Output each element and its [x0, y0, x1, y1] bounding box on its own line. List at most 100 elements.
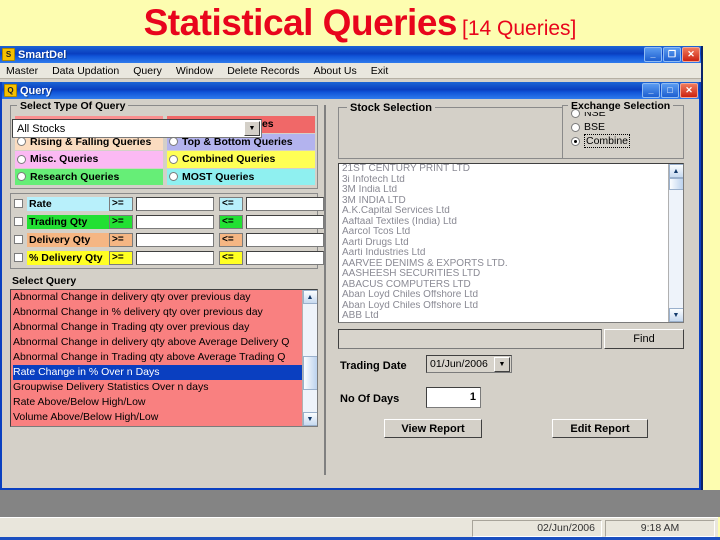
list-item[interactable]: ABACUS COMPUTERS LTD [342, 280, 668, 291]
list-item[interactable]: 3i Infotech Ltd [342, 175, 668, 186]
list-item[interactable]: Rate Above/Below High/Low [13, 395, 302, 410]
radio-icon[interactable] [571, 122, 580, 132]
menu-item-master[interactable]: Master [6, 65, 38, 77]
trading-qty-checkbox[interactable] [14, 217, 23, 226]
list-item[interactable]: 3M INDIA LTD [342, 196, 668, 207]
view-report-button[interactable]: View Report [384, 419, 482, 438]
no-of-days-input[interactable]: 1 [426, 387, 481, 408]
query-type-combined[interactable]: Combined Queries [167, 151, 315, 168]
list-item[interactable]: AARVEE DENIMS & EXPORTS LTD. [342, 259, 668, 270]
exchange-option-bse[interactable]: BSE [571, 120, 683, 134]
scrollbar-thumb[interactable] [668, 178, 683, 190]
exchange-option-label: BSE [584, 121, 606, 133]
query-type-misc[interactable]: Misc. Queries [15, 151, 163, 168]
exchange-option-combine[interactable]: Combine [571, 134, 683, 148]
pct-delivery-qty-max-input[interactable] [246, 250, 324, 265]
radio-icon[interactable] [571, 136, 580, 146]
scroll-up-icon[interactable]: ▲ [668, 164, 683, 178]
query-list-scrollbar[interactable]: ▲ ▼ [302, 290, 317, 426]
list-item[interactable]: Aban Loyd Chiles Offshore Ltd [342, 290, 668, 301]
edit-report-button[interactable]: Edit Report [552, 419, 648, 438]
trading-date-combo[interactable]: 01/Jun/2006 ▼ [426, 355, 512, 373]
list-item[interactable]: Delivery Above/Below High/Low [13, 425, 302, 426]
maximize-icon[interactable]: □ [661, 83, 679, 98]
list-item[interactable]: Aarti Drugs Ltd [342, 238, 668, 249]
scroll-down-icon[interactable]: ▼ [668, 308, 683, 322]
query-window-icon: Q [4, 84, 17, 97]
minimize-icon[interactable]: _ [644, 47, 662, 62]
chevron-down-icon[interactable]: ▼ [244, 121, 260, 136]
menu-item-exit[interactable]: Exit [371, 65, 389, 77]
scroll-down-icon[interactable]: ▼ [302, 412, 317, 426]
rate-min-input[interactable] [136, 196, 214, 211]
radio-icon[interactable] [169, 172, 178, 182]
query-type-research[interactable]: Research Queries [15, 168, 163, 185]
delivery-qty-max-input[interactable] [246, 232, 324, 247]
stock-listbox[interactable]: 21ST CENTURY PRINT LTD 3i Infotech Ltd 3… [338, 163, 684, 323]
list-item[interactable]: Aaftaal Textiles (India) Ltd [342, 217, 668, 228]
scrollbar-thumb[interactable] [302, 356, 317, 390]
query-type-label: Research Queries [30, 170, 120, 183]
radio-icon[interactable] [17, 172, 26, 182]
filter-row-trading-qty: Trading Qty >= <= [14, 213, 324, 230]
list-item[interactable]: Abnormal Change in delivery qty above Av… [13, 335, 302, 350]
list-item[interactable]: 21ST CENTURY PRINT LTD [342, 164, 668, 175]
list-item[interactable]: 3M India Ltd [342, 185, 668, 196]
restore-icon[interactable]: ❐ [663, 47, 681, 62]
stock-list-scrollbar[interactable]: ▲ ▼ [668, 164, 683, 322]
stock-selection-value: All Stocks [17, 122, 66, 135]
radio-icon[interactable] [17, 137, 26, 147]
list-item[interactable]: Volume Above/Below High/Low [13, 410, 302, 425]
menu-item-data-updation[interactable]: Data Updation [52, 65, 119, 77]
filter-criteria-group: Rate >= <= Trading Qty >= <= Delivery Qt… [10, 193, 324, 269]
delivery-qty-checkbox[interactable] [14, 235, 23, 244]
list-item-selected[interactable]: Rate Change in % Over n Days [13, 365, 302, 380]
list-item[interactable]: Abnormal Change in % delivery qty over p… [13, 305, 302, 320]
menu-item-window[interactable]: Window [176, 65, 213, 77]
trading-qty-label: Trading Qty [27, 214, 109, 229]
query-type-group: Select Type Of Query Average Queries Sta… [10, 100, 318, 189]
list-item[interactable]: Aarti Industries Ltd [342, 248, 668, 259]
list-item[interactable]: Abnormal Change in delivery qty over pre… [13, 290, 302, 305]
radio-icon[interactable] [571, 108, 580, 118]
query-listbox[interactable]: Abnormal Change in delivery qty over pre… [10, 289, 318, 427]
list-item[interactable]: Groupwise Delivery Statistics Over n day… [13, 380, 302, 395]
list-item[interactable]: A.K.Capital Services Ltd [342, 206, 668, 217]
trading-qty-min-input[interactable] [136, 214, 214, 229]
close-icon[interactable]: ✕ [680, 83, 698, 98]
query-window-title: Query [20, 84, 52, 97]
find-input[interactable] [338, 329, 602, 349]
rate-max-input[interactable] [246, 196, 324, 211]
list-item[interactable]: Abnormal Change in Trading qty over prev… [13, 320, 302, 335]
pct-delivery-qty-checkbox[interactable] [14, 253, 23, 262]
list-item[interactable]: ABB Ltd [342, 311, 668, 322]
menu-item-delete-records[interactable]: Delete Records [227, 65, 299, 77]
status-time: 9:18 AM [605, 519, 715, 537]
menu-item-about-us[interactable]: About Us [314, 65, 357, 77]
delivery-qty-min-operator: >= [109, 232, 133, 247]
find-button[interactable]: Find [604, 329, 684, 349]
list-item[interactable]: Abnormal Change in Trading qty above Ave… [13, 350, 302, 365]
close-icon[interactable]: ✕ [682, 47, 700, 62]
pct-delivery-qty-min-input[interactable] [136, 250, 214, 265]
list-item[interactable]: Aarcol Tcos Ltd [342, 227, 668, 238]
scrollbar-track[interactable] [302, 304, 317, 412]
delivery-qty-min-input[interactable] [136, 232, 214, 247]
radio-icon[interactable] [17, 154, 26, 164]
scrollbar-track[interactable] [668, 178, 683, 308]
list-item[interactable]: Aban Loyd Chiles Offshore Ltd [342, 301, 668, 312]
chevron-down-icon[interactable]: ▼ [494, 356, 510, 372]
stock-selection-combo[interactable]: All Stocks ▼ [12, 119, 262, 138]
trading-qty-max-input[interactable] [246, 214, 324, 229]
scroll-up-icon[interactable]: ▲ [302, 290, 317, 304]
app-window-controls: _ ❐ ✕ [644, 47, 700, 62]
rate-checkbox[interactable] [14, 199, 23, 208]
minimize-icon[interactable]: _ [642, 83, 660, 98]
query-type-most[interactable]: MOST Queries [167, 168, 315, 185]
radio-icon[interactable] [169, 137, 178, 147]
radio-icon[interactable] [169, 154, 178, 164]
menu-item-query[interactable]: Query [133, 65, 162, 77]
list-item[interactable]: AASHEESH SECURITIES LTD [342, 269, 668, 280]
desktop-background [0, 490, 720, 517]
filter-row-pct-delivery-qty: % Delivery Qty >= <= [14, 249, 324, 266]
